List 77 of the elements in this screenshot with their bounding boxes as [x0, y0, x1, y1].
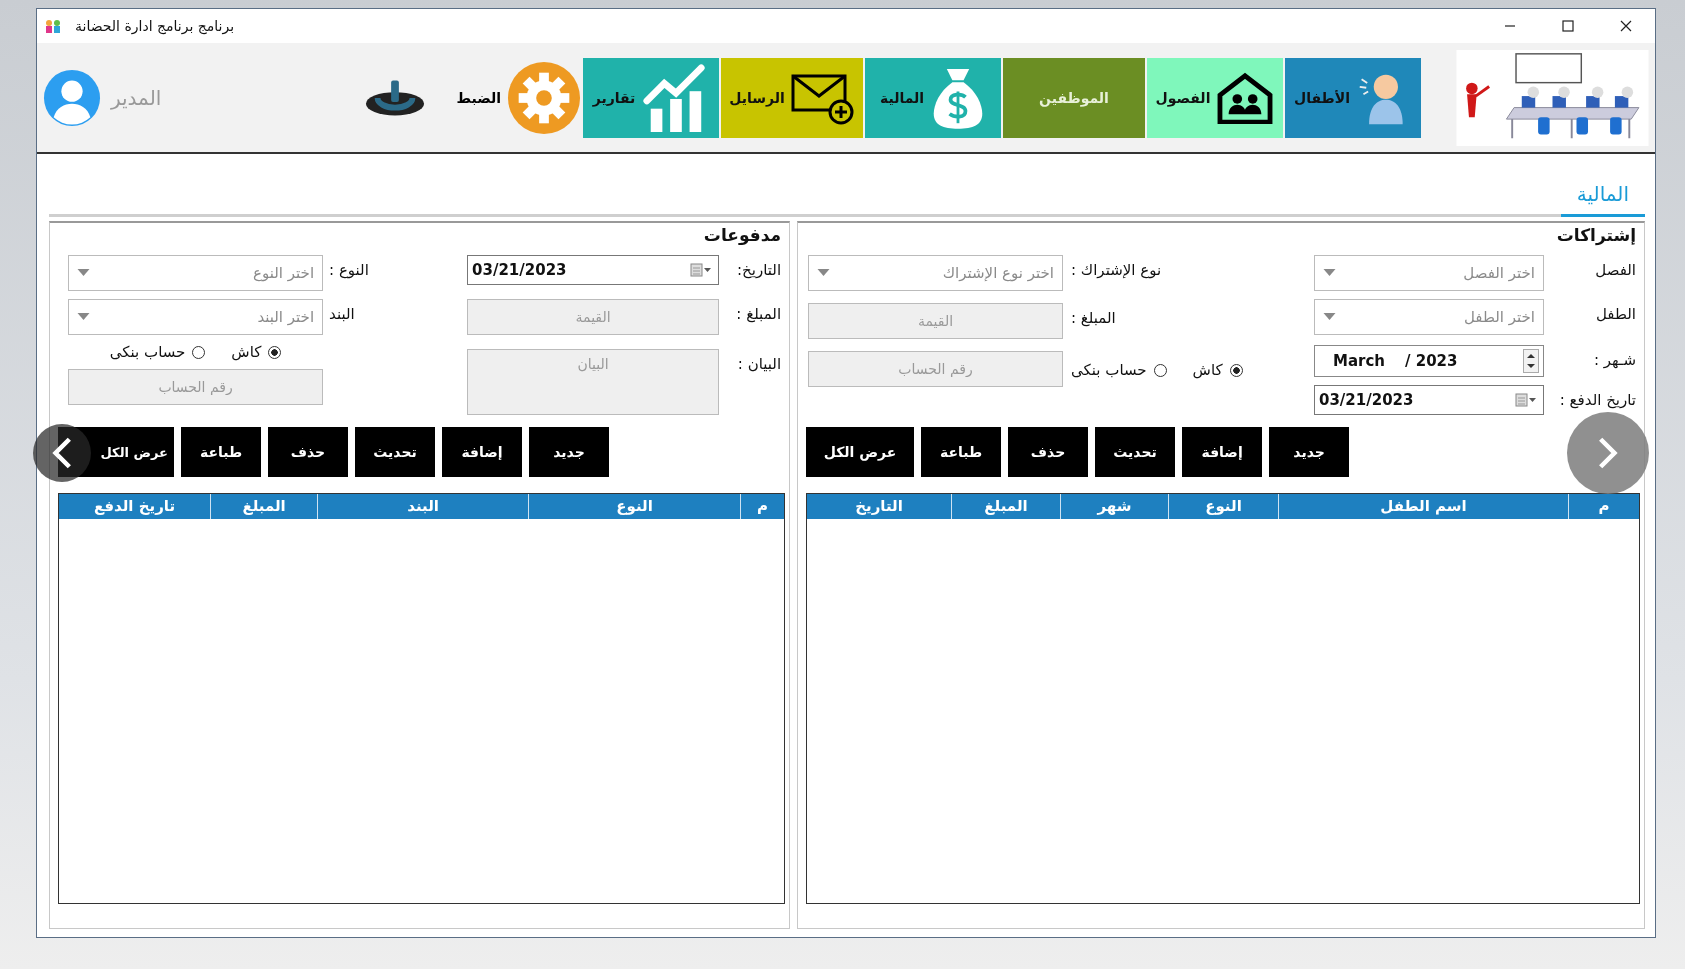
date-field[interactable]: 03/21/2023 — [1314, 385, 1544, 415]
column-header[interactable]: تاريخ الدفع — [59, 494, 211, 519]
caret-icon — [1323, 269, 1336, 277]
spinner-icon — [1523, 349, 1539, 373]
module-tile[interactable]: المالية — [865, 57, 1001, 138]
field-label: الفصل — [1595, 260, 1636, 279]
action-button[interactable]: جديد — [529, 427, 609, 477]
user-name: المدير — [111, 85, 162, 110]
input-field[interactable]: القيمة — [808, 303, 1063, 339]
module-tile[interactable]: الرسايل — [721, 57, 863, 138]
action-button[interactable]: عرض الكل — [806, 427, 915, 477]
column-header[interactable]: م — [740, 494, 785, 519]
date-field[interactable]: 03/21/2023 — [467, 255, 720, 285]
module-tile[interactable]: الفصول — [1147, 57, 1283, 138]
dropdown[interactable]: اختر الفصل — [1314, 255, 1544, 291]
dropdown[interactable]: اختر الطفل — [1314, 299, 1544, 335]
action-button[interactable]: إضافة — [1182, 427, 1263, 477]
settings-icon — [507, 60, 581, 135]
input-field[interactable]: رقم الحساب — [808, 351, 1063, 387]
dropdown[interactable]: اختر البند — [68, 299, 324, 335]
field-label: النوع : — [329, 260, 369, 279]
dropdown[interactable]: اختر النوع — [68, 255, 324, 291]
avatar-icon — [43, 68, 101, 127]
field-label: البند — [329, 304, 355, 323]
column-header[interactable]: النوع — [1168, 494, 1278, 519]
input-field[interactable]: القيمة — [467, 299, 720, 335]
chevron-left-icon — [51, 436, 73, 470]
group-title: مدفوعات — [702, 225, 783, 245]
column-header[interactable]: المبلغ — [210, 494, 318, 519]
column-header[interactable]: البند — [317, 494, 529, 519]
radio-option[interactable]: حساب بنكى — [109, 343, 206, 361]
action-button[interactable]: تحديث — [355, 427, 435, 477]
radio-option[interactable]: حساب بنكى — [1071, 361, 1167, 379]
field-label: الطفل — [1596, 304, 1636, 323]
field-label: نوع الإشتراك : — [1071, 260, 1162, 279]
group-title: إشتراكات — [1555, 225, 1637, 245]
calendar-icon — [690, 263, 713, 277]
action-button[interactable]: طباعة — [921, 427, 1002, 477]
column-header[interactable]: النوع — [528, 494, 741, 519]
caret-icon — [1323, 313, 1336, 321]
action-button[interactable]: تحديث — [1095, 427, 1176, 477]
chevron-right-icon — [1597, 436, 1619, 470]
column-header[interactable]: المبلغ — [951, 494, 1060, 519]
column-header[interactable]: اسم الطفل — [1278, 494, 1568, 519]
column-header[interactable]: التاريخ — [807, 494, 951, 519]
caret-icon — [77, 313, 91, 321]
field-label: البيان : — [737, 354, 782, 373]
column-header[interactable]: شهر — [1060, 494, 1168, 519]
action-button[interactable]: حذف — [268, 427, 348, 477]
field-label: شـهر : — [1594, 350, 1636, 369]
radio-option[interactable]: كاش — [231, 343, 282, 361]
settings-button[interactable]: الضبط — [454, 60, 583, 135]
close-icon — [1620, 20, 1632, 32]
column-header[interactable]: م — [1568, 494, 1639, 519]
field-label: التاريخ: — [737, 260, 782, 279]
house-icon — [1216, 71, 1275, 124]
module-tile[interactable]: تقارير — [583, 57, 719, 138]
text-area[interactable]: البيان — [467, 349, 720, 415]
app-icon — [45, 18, 61, 34]
field-label: المبلغ : — [736, 304, 782, 323]
action-button[interactable]: جديد — [1269, 427, 1350, 477]
module-tile[interactable]: الأطفال — [1285, 57, 1421, 138]
caret-icon — [77, 269, 91, 277]
previous-overlay-button[interactable] — [33, 424, 91, 482]
dropdown[interactable]: اختر نوع الإشتراك — [808, 255, 1063, 291]
action-button[interactable]: إضافة — [442, 427, 522, 477]
input-field[interactable]: رقم الحساب — [68, 369, 324, 405]
calendar-icon — [1515, 393, 1537, 407]
radio-option[interactable]: كاش — [1192, 361, 1243, 379]
action-button[interactable]: طباعة — [181, 427, 261, 477]
field-label: المبلغ : — [1071, 308, 1116, 327]
maximize-icon — [1562, 20, 1574, 32]
window-title: برنامج برنامج ادارة الحضانة — [75, 18, 235, 34]
field-label: تاريخ الدفع : — [1559, 390, 1636, 409]
action-button[interactable]: حذف — [1008, 427, 1089, 477]
caret-icon — [817, 269, 830, 277]
month-field[interactable]: March / 2023 — [1314, 345, 1544, 377]
